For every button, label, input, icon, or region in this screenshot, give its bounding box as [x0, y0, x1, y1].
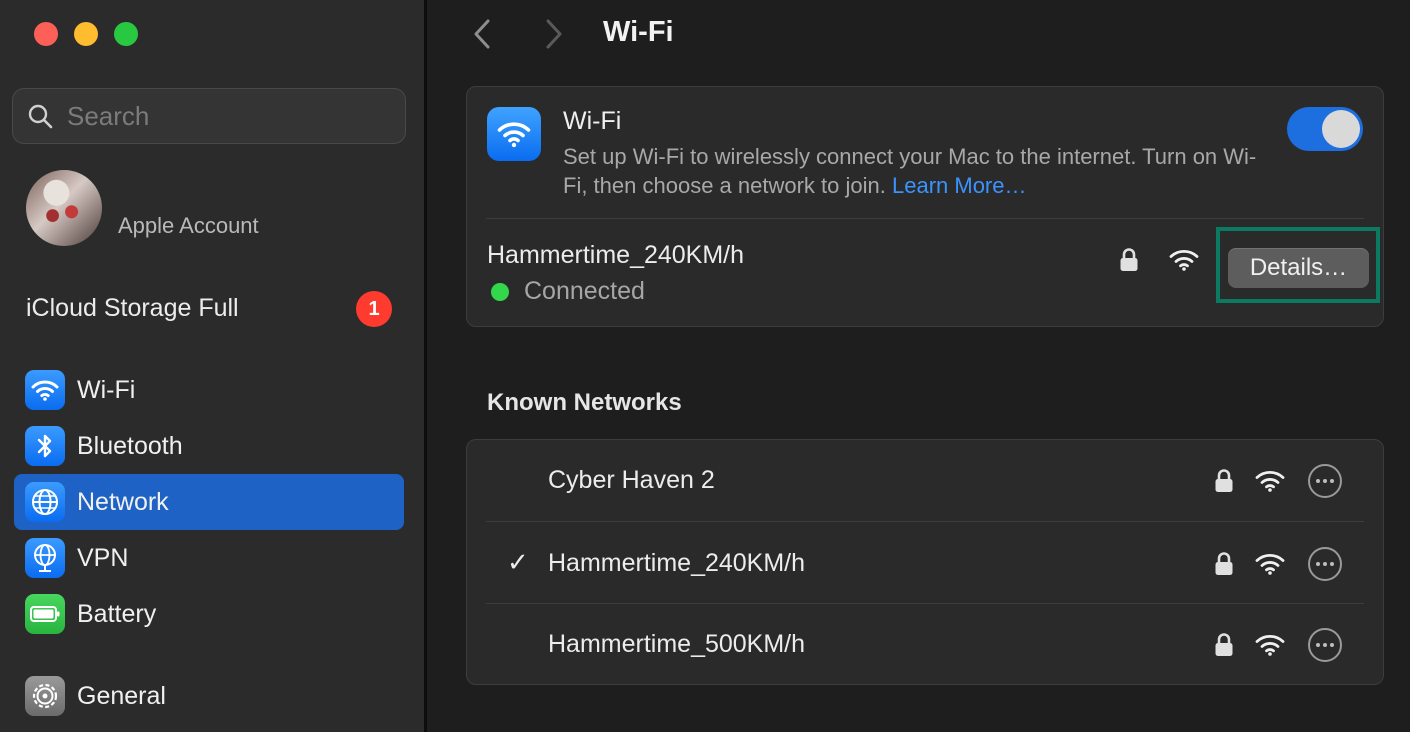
- sidebar-item-wifi[interactable]: Wi-Fi: [14, 362, 404, 418]
- close-window-button[interactable]: [34, 22, 58, 46]
- sidebar-item-label: Bluetooth: [77, 431, 183, 460]
- toggle-knob: [1322, 110, 1360, 148]
- lock-icon: [1215, 469, 1233, 492]
- vpn-globe-icon: [25, 538, 65, 578]
- known-networks-list: Cyber Haven 2 ✓ Hammertime_240KM/h Hamme…: [466, 439, 1384, 685]
- list-item[interactable]: ✓ Hammertime_240KM/h: [467, 523, 1383, 605]
- sidebar-item-label: General: [77, 681, 166, 710]
- wifi-icon: [487, 107, 541, 161]
- avatar: [26, 170, 102, 246]
- icloud-label: iCloud Storage Full: [26, 293, 239, 322]
- sidebar-item-label: Wi-Fi: [77, 375, 136, 404]
- sidebar-item-label: VPN: [77, 543, 129, 572]
- sidebar: Search Apple Account iCloud Storage Full…: [0, 0, 425, 732]
- current-network-name: Hammertime_240KM/h: [487, 241, 745, 269]
- window-controls: [34, 22, 138, 46]
- checkmark-icon: ✓: [507, 547, 529, 577]
- minimize-window-button[interactable]: [74, 22, 98, 46]
- sidebar-item-network[interactable]: Network: [14, 474, 404, 530]
- learn-more-link[interactable]: Learn More…: [892, 173, 1027, 198]
- more-options-button[interactable]: [1308, 628, 1342, 662]
- divider: [486, 521, 1364, 522]
- details-button[interactable]: Details…: [1228, 248, 1369, 288]
- forward-chevron-icon[interactable]: [544, 18, 564, 50]
- search-input[interactable]: Search: [12, 88, 406, 144]
- wifi-signal-icon: [1169, 249, 1199, 271]
- wifi-signal-icon: [1255, 470, 1285, 492]
- sidebar-divider: [424, 0, 427, 732]
- network-name: Cyber Haven 2: [548, 466, 715, 494]
- wifi-title: Wi-Fi: [563, 107, 622, 135]
- more-options-button[interactable]: [1308, 547, 1342, 581]
- page-title: Wi-Fi: [603, 16, 674, 48]
- sidebar-item-label: Battery: [77, 599, 157, 628]
- lock-icon: [1215, 633, 1233, 656]
- battery-icon: [25, 594, 65, 634]
- sidebar-item-vpn[interactable]: VPN: [14, 530, 404, 586]
- known-networks-heading: Known Networks: [487, 389, 682, 416]
- wifi-signal-icon: [1255, 553, 1285, 575]
- list-item[interactable]: Hammertime_500KM/h: [467, 604, 1383, 686]
- account-label: Apple Account: [118, 213, 259, 238]
- zoom-window-button[interactable]: [114, 22, 138, 46]
- sidebar-item-bluetooth[interactable]: Bluetooth: [14, 418, 404, 474]
- network-name: Hammertime_240KM/h: [548, 549, 806, 577]
- icloud-storage-item[interactable]: iCloud Storage Full 1: [26, 290, 392, 327]
- wifi-toggle[interactable]: [1287, 107, 1363, 151]
- wifi-description: Set up Wi-Fi to wirelessly connect your …: [563, 142, 1263, 200]
- status-dot: [491, 282, 509, 301]
- wifi-settings-card: Wi-Fi Set up Wi-Fi to wirelessly connect…: [466, 86, 1384, 327]
- sidebar-item-label: Network: [77, 487, 169, 516]
- lock-icon: [1120, 248, 1138, 271]
- notification-badge: 1: [356, 291, 392, 327]
- apple-account-item[interactable]: Apple Account: [26, 170, 259, 246]
- sidebar-item-general[interactable]: General: [14, 668, 404, 724]
- divider: [486, 218, 1364, 219]
- gear-icon: [25, 676, 65, 716]
- globe-icon: [25, 482, 65, 522]
- connection-status: Connected: [491, 277, 645, 306]
- list-item[interactable]: Cyber Haven 2: [467, 440, 1383, 522]
- search-icon: [28, 104, 53, 129]
- wifi-icon: [25, 370, 65, 410]
- wifi-signal-icon: [1255, 634, 1285, 656]
- more-options-button[interactable]: [1308, 464, 1342, 498]
- status-text: Connected: [524, 277, 645, 305]
- sidebar-item-battery[interactable]: Battery: [14, 586, 404, 642]
- network-name: Hammertime_500KM/h: [548, 630, 806, 658]
- back-chevron-icon[interactable]: [472, 18, 492, 50]
- search-placeholder: Search: [67, 100, 150, 131]
- lock-icon: [1215, 552, 1233, 575]
- bluetooth-icon: [25, 426, 65, 466]
